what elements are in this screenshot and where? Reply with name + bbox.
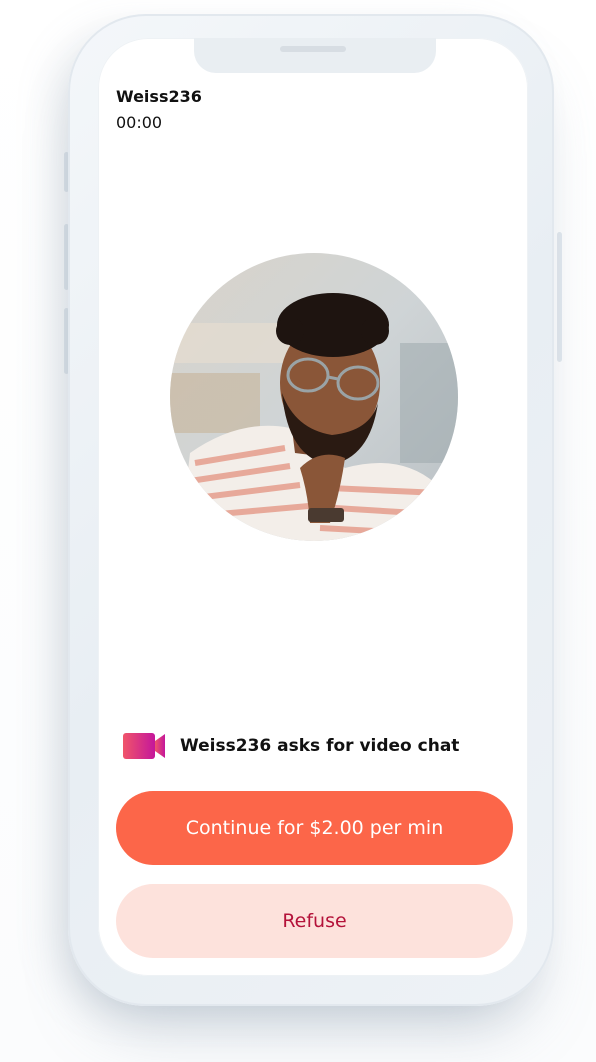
video-camera-icon (123, 733, 165, 759)
call-screen: Weiss236 00:00 Weiss236 asks for video c… (98, 38, 528, 976)
refuse-button[interactable]: Refuse (116, 884, 513, 958)
caller-name: Weiss236 (116, 87, 202, 106)
video-request-row: Weiss236 asks for video chat (123, 731, 459, 761)
continue-paid-call-button[interactable]: Continue for $2.00 per min (116, 791, 513, 865)
video-request-text: Weiss236 asks for video chat (180, 736, 460, 756)
mockup-stage: Weiss236 00:00 Weiss236 asks for video c… (0, 0, 596, 1062)
avatar-photo-icon (170, 253, 458, 541)
speaker-grille (280, 46, 346, 52)
call-timer: 00:00 (116, 113, 163, 132)
phone-notch (194, 38, 436, 73)
power-button (557, 232, 562, 362)
caller-avatar (170, 253, 458, 541)
